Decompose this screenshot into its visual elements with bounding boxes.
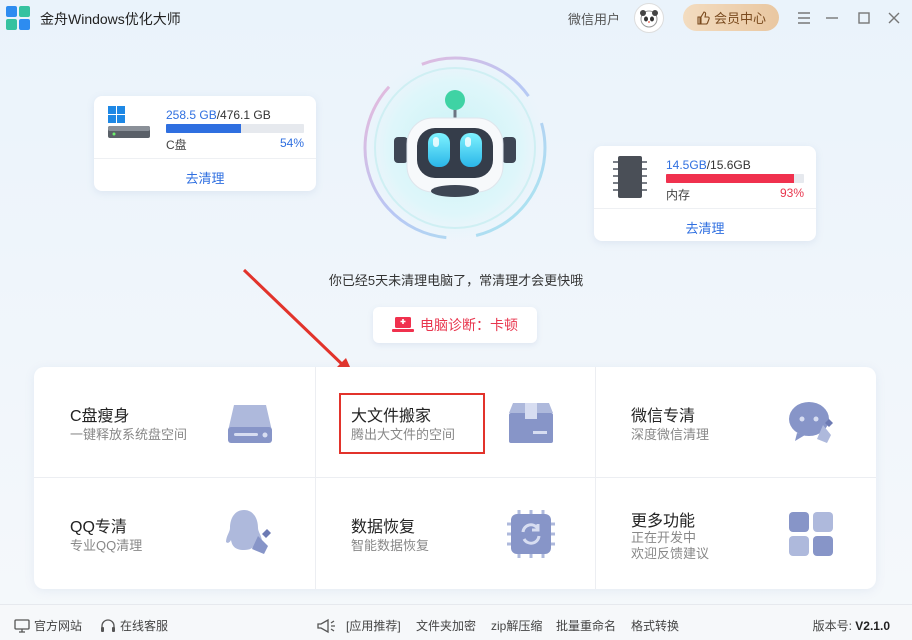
grid-icon <box>789 512 833 556</box>
vip-center-button[interactable]: 会员中心 <box>683 4 779 31</box>
feature-large-file-move[interactable]: 大文件搬家 腾出大文件的空间 <box>315 367 595 478</box>
thumbs-up-icon <box>697 10 710 25</box>
headset-icon <box>101 618 115 632</box>
feature-title: C盘瘦身 <box>70 408 130 425</box>
user-name[interactable]: 微信用户 <box>568 9 620 28</box>
robot-mascot <box>355 40 555 260</box>
feature-title: 更多功能 <box>631 513 696 530</box>
batch-rename-link[interactable]: 批量重命名 <box>556 617 616 634</box>
avatar[interactable] <box>634 3 664 33</box>
disk-c-label: C盘 <box>166 138 187 152</box>
drive-icon <box>108 106 150 138</box>
cleanup-hint: 你已经5天未清理电脑了，常清理才会更快哦 <box>328 273 584 288</box>
online-service-link[interactable]: 在线客服 <box>100 617 168 634</box>
memory-progress-fill <box>666 174 795 183</box>
disk-c-card: 258.5 GB/476.1 GB C盘 54% 去清理 <box>94 96 316 191</box>
feature-subtitle: 智能数据恢复 <box>351 538 430 553</box>
disk-c-total: /476.1 GB <box>216 108 271 122</box>
disk-c-used: 258.5 GB <box>166 108 217 122</box>
feature-title: QQ专清 <box>70 519 127 536</box>
disk-c-progress <box>166 124 304 133</box>
feature-subtitle-2: 欢迎反馈建议 <box>631 546 710 561</box>
panda-avatar-icon <box>640 10 658 28</box>
feature-title: 微信专清 <box>631 408 696 425</box>
feature-wechat-clean[interactable]: 微信专清 深度微信清理 <box>595 367 875 478</box>
divider <box>94 158 316 159</box>
disk-c-progress-fill <box>166 124 241 133</box>
memory-card: 14.5GB/15.6GB 内存 93% 去清理 <box>594 146 816 241</box>
feature-subtitle: 腾出大文件的空间 <box>351 427 456 442</box>
feature-title: 大文件搬家 <box>351 408 432 425</box>
vip-label: 会员中心 <box>713 11 766 26</box>
disk-icon <box>228 405 272 443</box>
memory-total: /15.6GB <box>706 158 751 172</box>
zip-link[interactable]: zip解压缩 <box>491 617 542 634</box>
memory-chip-icon <box>613 156 647 198</box>
footer-label: [应用推荐] <box>346 619 401 633</box>
format-convert-link[interactable]: 格式转换 <box>631 617 679 634</box>
monitor-icon <box>14 618 30 633</box>
qq-clean-icon <box>226 510 271 554</box>
app-title: 金舟Windows优化大师 <box>40 11 181 27</box>
version-info: 版本号: V2.1.0 <box>813 617 890 634</box>
disk-c-percent: 54% <box>279 136 304 150</box>
feature-subtitle: 一键释放系统盘空间 <box>70 427 188 442</box>
close-icon[interactable] <box>884 8 904 28</box>
official-website-link[interactable]: 官方网站 <box>14 617 82 634</box>
box-icon <box>509 403 553 443</box>
feature-grid: C盘瘦身 一键释放系统盘空间 大文件搬家 腾出大文件的空间 微信专清 深度微信清… <box>34 367 876 589</box>
title-bar: 金舟Windows优化大师 微信用户 会员中心 <box>0 0 912 36</box>
divider <box>594 208 816 209</box>
maximize-icon[interactable] <box>854 8 874 28</box>
memory-progress <box>666 174 804 183</box>
diagnosis-badge[interactable]: 电脑诊断：卡顿 <box>373 307 537 343</box>
feature-more[interactable]: 更多功能 正在开发中 欢迎反馈建议 <box>595 478 875 589</box>
feature-subtitle: 深度微信清理 <box>631 427 710 442</box>
memory-percent: 93% <box>779 186 804 200</box>
robot-icon <box>359 52 551 244</box>
laptop-alert-icon <box>392 317 414 332</box>
memory-label: 内存 <box>666 188 691 202</box>
feature-qq-clean[interactable]: QQ专清 专业QQ清理 <box>34 478 314 589</box>
feature-subtitle: 正在开发中 <box>631 530 697 545</box>
folder-encrypt-link[interactable]: 文件夹加密 <box>416 617 476 634</box>
memory-used: 14.5GB <box>666 158 707 172</box>
diagnosis-text: 电脑诊断：卡顿 <box>420 317 518 333</box>
annotation-arrow-icon <box>242 268 354 376</box>
app-logo <box>6 6 30 30</box>
footer-bar: 官方网站 在线客服 [应用推荐] 文件夹加密 zip解压缩 批量重命名 格式转换… <box>0 604 912 640</box>
feature-data-recovery[interactable]: 数据恢复 智能数据恢复 <box>315 478 595 589</box>
footer-label: 在线客服 <box>120 619 169 633</box>
footer-label: 官方网站 <box>34 619 83 633</box>
disk-c-clean-button[interactable]: 去清理 <box>94 168 316 187</box>
megaphone-icon <box>317 618 335 633</box>
wechat-clean-icon <box>789 402 833 443</box>
minimize-icon[interactable] <box>822 8 842 28</box>
recover-icon <box>507 510 555 558</box>
version-label: 版本号: <box>812 619 852 633</box>
memory-clean-button[interactable]: 去清理 <box>594 218 816 237</box>
feature-subtitle: 专业QQ清理 <box>70 538 143 553</box>
feature-c-drive-slim[interactable]: C盘瘦身 一键释放系统盘空间 <box>34 367 314 478</box>
feature-title: 数据恢复 <box>351 519 416 536</box>
menu-icon[interactable] <box>794 8 814 28</box>
recommend-link[interactable]: [应用推荐] <box>316 617 401 634</box>
version-number: V2.1.0 <box>855 619 890 633</box>
